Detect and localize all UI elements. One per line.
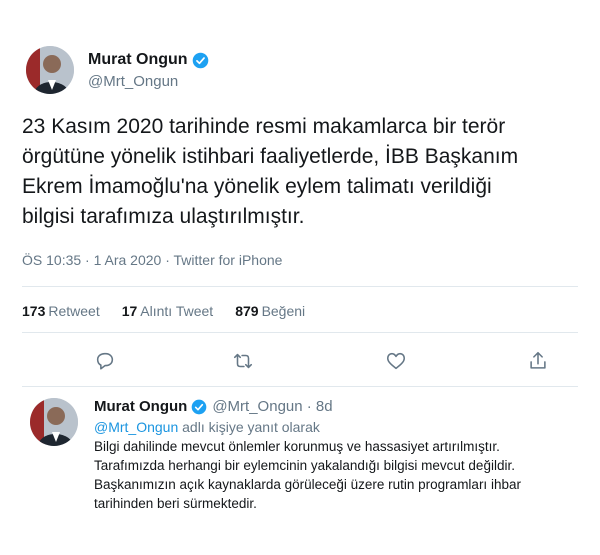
- reply-icon[interactable]: [90, 346, 120, 376]
- quote-count-link[interactable]: 17 Alıntı Tweet: [122, 303, 213, 319]
- divider: [22, 332, 578, 333]
- reply-text-line: Bilgi dahilinde mevcut önlemler korunmuş…: [94, 439, 500, 454]
- handle[interactable]: @Mrt_Ongun: [88, 73, 178, 90]
- like-label: Beğeni: [261, 303, 306, 319]
- reply-to-mention[interactable]: @Mrt_Ongun: [94, 419, 178, 435]
- reply-display-name[interactable]: Murat Ongun: [94, 398, 187, 415]
- verified-badge-icon: [191, 399, 207, 415]
- retweet-count-link[interactable]: 173 Retweet: [22, 303, 100, 319]
- avatar[interactable]: [26, 46, 74, 94]
- divider: [22, 386, 578, 387]
- retweet-count: 173: [22, 303, 46, 319]
- reply-avatar[interactable]: [30, 398, 78, 446]
- reply-text-line: Başkanımızın açık kaynaklarda görüleceği…: [94, 477, 521, 492]
- like-count-link[interactable]: 879 Beğeni: [235, 303, 305, 319]
- quote-count: 17: [121, 303, 138, 319]
- retweet-label: Retweet: [48, 303, 100, 319]
- tweet-text: 23 Kasım 2020 tarihinde resmi makamlarca…: [22, 112, 582, 232]
- reply-tweet: Murat Ongun @Mrt_Ongun · 8d @Mrt_Ongun a…: [94, 398, 584, 513]
- display-name[interactable]: Murat Ongun: [88, 51, 188, 69]
- reply-to-suffix: adlı kişiye yanıt olarak: [178, 419, 320, 435]
- reply-author-row: Murat Ongun @Mrt_Ongun · 8d: [94, 398, 584, 415]
- reply-text-line: tarihinden beri sürmektedir.: [94, 496, 257, 511]
- tweet-stats: 173 Retweet 17 Alıntı Tweet 879 Beğeni: [22, 303, 305, 319]
- tweet-text-line: Ekrem İmamoğlu'na yönelik eylem talimatı…: [22, 175, 492, 198]
- tweet-text-line: 23 Kasım 2020 tarihinde resmi makamlarca…: [22, 115, 506, 138]
- like-icon[interactable]: [381, 346, 411, 376]
- reply-to-line: @Mrt_Ongun adlı kişiye yanıt olarak: [94, 419, 584, 435]
- share-icon[interactable]: [523, 346, 553, 376]
- action-bar: [0, 346, 600, 376]
- author-row: Murat Ongun: [88, 51, 209, 69]
- retweet-icon[interactable]: [228, 346, 258, 376]
- verified-badge-icon: [192, 52, 209, 69]
- reply-handle-time[interactable]: @Mrt_Ongun · 8d: [212, 398, 332, 415]
- tweet-text-line: bilgisi tarafımıza ulaştırılmıştır.: [22, 205, 305, 228]
- reply-text: Bilgi dahilinde mevcut önlemler korunmuş…: [94, 437, 584, 513]
- quote-label: Alıntı Tweet: [140, 303, 214, 319]
- reply-text-line: Tarafımızda herhangi bir eylemcinin yaka…: [94, 458, 515, 473]
- tweet-text-line: örgütüne yönelik istihbari faaliyetlerde…: [22, 145, 519, 168]
- like-count: 879: [235, 303, 259, 319]
- divider: [22, 286, 578, 287]
- tweet-meta: ÖS 10:35 · 1 Ara 2020 · Twitter for iPho…: [22, 252, 283, 268]
